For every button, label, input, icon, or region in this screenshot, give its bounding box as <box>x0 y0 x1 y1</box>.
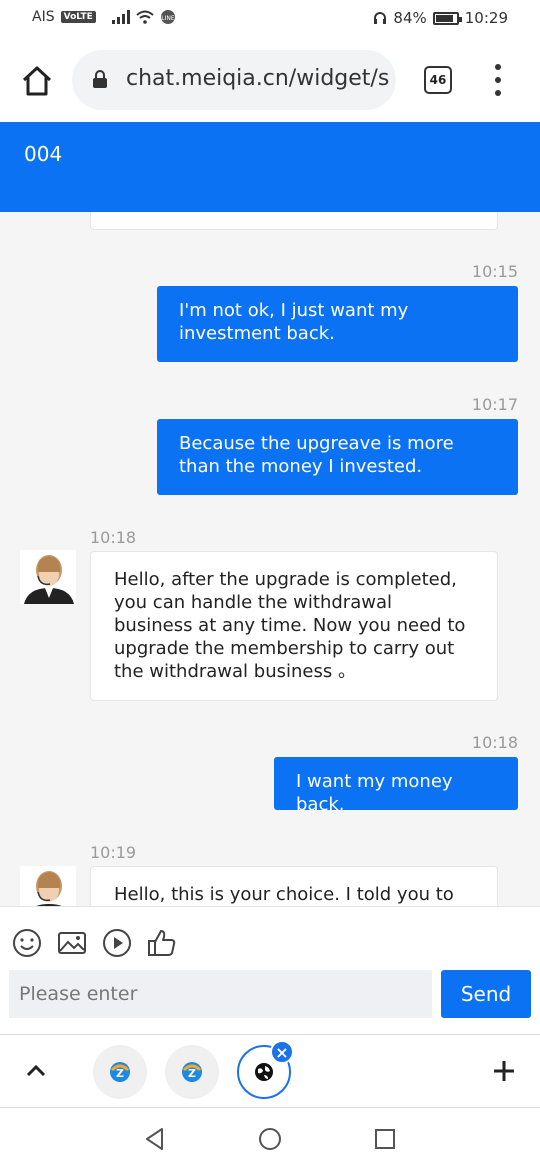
carrier-label: AIS <box>32 9 55 25</box>
tab-switcher-button[interactable]: 46 <box>424 66 452 94</box>
message-time: 10:17 <box>471 395 518 414</box>
message-time: 10:19 <box>90 843 137 862</box>
incoming-bubble-partial <box>90 212 498 230</box>
chevron-up-icon[interactable] <box>22 1057 50 1085</box>
send-button[interactable]: Send <box>441 970 531 1018</box>
more-menu-icon[interactable] <box>490 64 506 96</box>
incoming-message: Hello, this is your choice. I told you t… <box>90 866 498 906</box>
globe-icon <box>255 1063 273 1081</box>
system-nav-bar <box>0 1108 540 1170</box>
battery-fill <box>435 14 453 22</box>
url-text: chat.meiqia.cn/widget/s <box>126 66 390 91</box>
address-bar[interactable]: chat.meiqia.cn/widget/s <box>72 50 396 110</box>
emoji-icon[interactable] <box>11 927 43 959</box>
tab-thumbnail[interactable]: Z <box>165 1045 219 1099</box>
svg-text:Z: Z <box>116 1067 124 1080</box>
signal-icon <box>111 10 130 24</box>
wifi-icon <box>136 10 154 24</box>
volte-badge: VoLTE <box>60 11 96 23</box>
browser-tab-strip: Z Z <box>0 1034 540 1108</box>
chat-title: 004 <box>24 142 63 166</box>
battery-percent: 84% <box>393 9 427 27</box>
headphones-icon <box>374 12 387 24</box>
status-bar: AIS VoLTE LINE 84% 10:29 <box>0 0 540 38</box>
browser-toolbar: chat.meiqia.cn/widget/s 46 <box>0 38 540 122</box>
new-tab-icon[interactable] <box>490 1057 518 1085</box>
image-icon[interactable] <box>56 927 88 959</box>
close-tab-icon[interactable]: × <box>270 1040 294 1064</box>
battery-icon <box>432 11 462 25</box>
composer-toolbar <box>0 906 540 968</box>
agent-avatar <box>20 550 76 604</box>
outgoing-message: Because the upgreave is more than the mo… <box>157 419 518 495</box>
message-time: 10:15 <box>471 262 518 281</box>
lock-icon <box>93 70 107 88</box>
line-app-icon: LINE <box>160 10 175 24</box>
outgoing-message: I want my money back. <box>274 757 518 815</box>
chat-header: 004 <box>0 122 540 212</box>
clock: 10:29 <box>464 9 508 27</box>
site-favicon-icon: Z <box>182 1062 202 1082</box>
agent-avatar <box>20 866 76 906</box>
status-left: AIS VoLTE LINE <box>32 9 176 25</box>
site-favicon-icon: Z <box>110 1062 130 1082</box>
recents-icon[interactable] <box>372 1126 398 1152</box>
home-icon[interactable] <box>18 62 56 100</box>
tab-thumbnail[interactable]: Z <box>93 1045 147 1099</box>
incoming-message: Hello, after the upgrade is completed, y… <box>90 551 498 701</box>
outgoing-message: I'm not ok, I just want my investment ba… <box>157 286 518 362</box>
message-list[interactable]: 10:15 I'm not ok, I just want my investm… <box>0 212 540 906</box>
home-nav-icon[interactable] <box>257 1126 283 1152</box>
back-icon[interactable] <box>142 1126 168 1152</box>
svg-text:Z: Z <box>188 1067 196 1080</box>
message-time: 10:18 <box>471 733 518 752</box>
message-time: 10:18 <box>90 528 137 547</box>
message-input[interactable] <box>9 970 432 1018</box>
composer: Send <box>0 968 540 1034</box>
video-icon[interactable] <box>101 927 133 959</box>
svg-text:LINE: LINE <box>161 15 175 22</box>
status-right: 84% 10:29 <box>373 9 508 27</box>
thumbs-up-icon[interactable] <box>146 927 178 959</box>
